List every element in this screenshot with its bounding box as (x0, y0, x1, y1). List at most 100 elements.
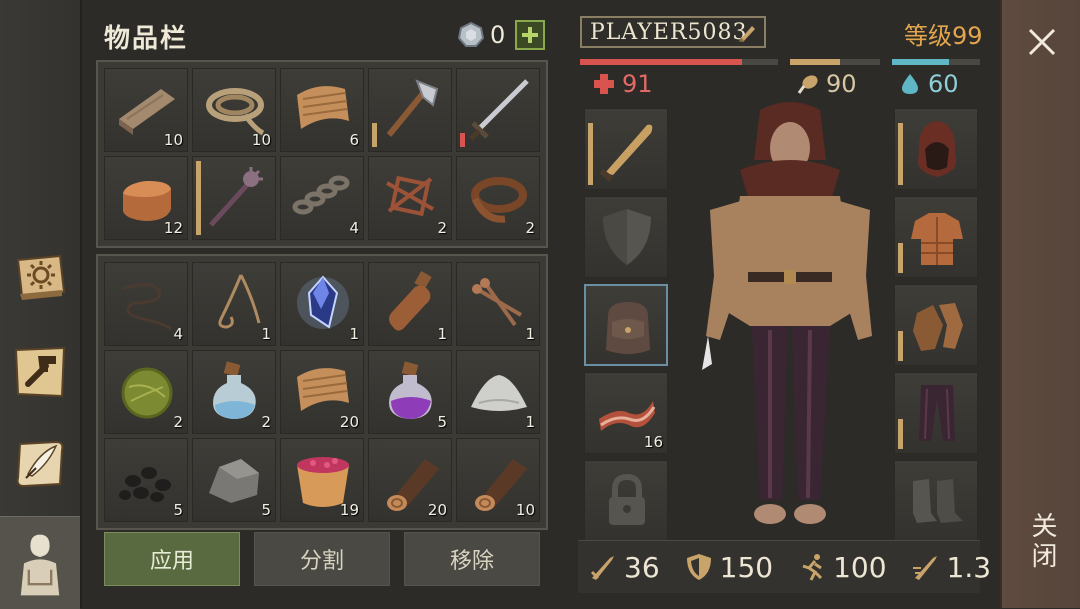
inventory-grid-top: 10 10 6 12 4 2 2 (96, 60, 548, 248)
item-quantity: 10 (515, 501, 535, 519)
inventory-slot-fishing-line[interactable]: 1 (192, 262, 276, 346)
water-bar (892, 59, 980, 65)
item-quantity: 1 (437, 325, 447, 343)
apply-button[interactable]: 应用 (104, 532, 240, 586)
inventory-slot-copper-ingot[interactable]: 12 (104, 156, 188, 240)
close-panel[interactable]: 关闭 (1000, 0, 1080, 608)
close-icon[interactable] (1022, 22, 1062, 62)
inventory-slot-rope[interactable]: 10 (192, 68, 276, 152)
inventory-slot-log-2[interactable]: 10 (456, 438, 540, 522)
water-potion-icon (213, 361, 256, 419)
equip-slot-feet[interactable] (894, 460, 978, 542)
coal-icon (119, 467, 171, 502)
character-silhouette-icon (20, 534, 60, 596)
character-figure (702, 102, 872, 524)
item-quantity: 12 (163, 219, 183, 237)
inventory-slot-axe[interactable] (368, 68, 452, 152)
trousers-icon (919, 385, 955, 441)
inventory-title: 物品栏 (104, 24, 189, 54)
inventory-slot-bottle[interactable]: 1 (368, 262, 452, 346)
health-stat: 91 (592, 70, 653, 98)
item-quantity: 19 (339, 501, 359, 519)
health-value: 91 (622, 70, 653, 98)
inventory-slot-water-potion[interactable]: 2 (192, 350, 276, 434)
inventory-slot-sword[interactable] (456, 68, 540, 152)
equip-slot-legs[interactable] (894, 372, 978, 454)
edit-name-icon[interactable] (736, 22, 758, 44)
equip-slot-hands[interactable] (894, 284, 978, 366)
inventory-slot-cloth[interactable]: 6 (280, 68, 364, 152)
item-quantity: 20 (339, 413, 359, 431)
inventory-slot-plank[interactable]: 10 (104, 68, 188, 152)
health-bar (580, 59, 778, 65)
equip-slot-weapon[interactable] (584, 108, 668, 190)
equip-slot-head[interactable] (894, 108, 978, 190)
item-quantity: 16 (643, 433, 663, 451)
attack-sword-icon (590, 556, 614, 580)
item-quantity: 5 (437, 413, 447, 431)
inventory-slot-scrap-metal[interactable]: 2 (368, 156, 452, 240)
coin-counter: 0 (458, 20, 546, 50)
split-button[interactable]: 分割 (254, 532, 390, 586)
sidebar-tab-build[interactable] (8, 340, 72, 404)
chain-icon (292, 175, 350, 215)
item-quantity: 5 (261, 501, 271, 519)
remove-button[interactable]: 移除 (404, 532, 540, 586)
purple-potion-icon (389, 361, 432, 419)
inventory-slot-leather-strap[interactable]: 2 (456, 156, 540, 240)
attack-speed-icon (912, 556, 937, 580)
attack-speed-stat: 1.3 (911, 551, 991, 584)
magic-crystal-icon (297, 275, 349, 329)
inventory-slot-log[interactable]: 20 (368, 438, 452, 522)
inventory-slot-salt[interactable]: 1 (456, 350, 540, 434)
inventory-slot-mace[interactable] (192, 156, 276, 240)
silver-coin-icon (458, 22, 484, 47)
water-drop-icon (902, 74, 918, 94)
machete-icon (599, 124, 653, 182)
item-quantity: 20 (427, 501, 447, 519)
inventory-slot-thread[interactable]: 4 (104, 262, 188, 346)
sword-icon (469, 79, 529, 141)
sidebar-tab-journal[interactable] (8, 244, 72, 308)
equip-slot-backpack[interactable] (584, 284, 668, 366)
equip-slot-body[interactable] (894, 196, 978, 278)
running-man-icon (802, 554, 823, 581)
inventory-slot-nails[interactable]: 1 (456, 262, 540, 346)
equip-slot-food[interactable]: 16 (584, 372, 668, 454)
attack-value: 36 (624, 550, 660, 584)
inventory-slot-chain[interactable]: 4 (280, 156, 364, 240)
defense-stat: 150 (684, 551, 773, 584)
shield-icon (603, 209, 651, 265)
item-quantity: 10 (163, 131, 183, 149)
attack-stat: 36 (588, 551, 660, 584)
sidebar (0, 0, 82, 609)
item-quantity: 2 (525, 219, 535, 237)
inventory-slot-coal[interactable]: 5 (104, 438, 188, 522)
inventory-slot-stone[interactable]: 5 (192, 438, 276, 522)
item-quantity: 1 (349, 325, 359, 343)
close-label[interactable]: 关闭 (1024, 512, 1061, 572)
sun-book-icon (16, 254, 66, 300)
scrap-metal-icon (386, 175, 434, 217)
inventory-grid-bottom: 4 1 1 1 1 2 2 20 5 1 5 5 19 20 10 (96, 254, 548, 530)
add-coins-button[interactable] (515, 20, 546, 50)
inventory-slot-cloth-2[interactable]: 20 (280, 350, 364, 434)
herb-bundle-icon (121, 367, 173, 419)
thread-icon (122, 283, 172, 331)
item-quantity: 2 (437, 219, 447, 237)
plus-icon (522, 27, 539, 43)
inventory-slot-magic-crystal[interactable]: 1 (280, 262, 364, 346)
build-hammer-icon (14, 346, 66, 398)
player-name: PLAYER5083 (590, 19, 748, 45)
sidebar-tab-character[interactable] (0, 516, 80, 609)
boots-icon (913, 479, 963, 523)
character-model (680, 100, 900, 540)
inventory-slot-purple-potion[interactable]: 5 (368, 350, 452, 434)
axe-icon (386, 79, 439, 137)
equip-slot-shield[interactable] (584, 196, 668, 278)
sidebar-tab-crafting[interactable] (8, 432, 72, 496)
inventory-slot-berry-bowl[interactable]: 19 (280, 438, 364, 522)
item-quantity: 2 (173, 413, 183, 431)
stone-icon (209, 459, 259, 503)
inventory-slot-herb-bundle[interactable]: 2 (104, 350, 188, 434)
